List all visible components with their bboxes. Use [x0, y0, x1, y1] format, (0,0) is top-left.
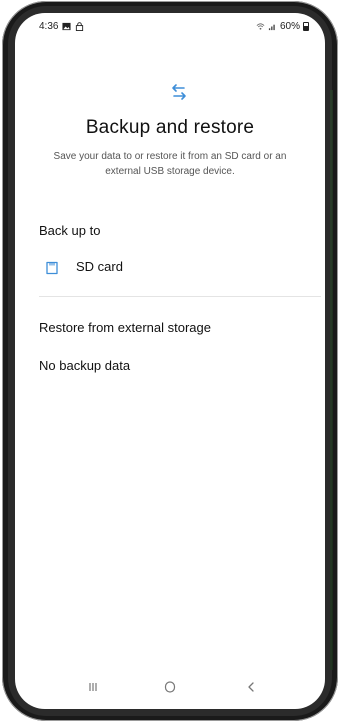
- navigation-bar: [15, 665, 325, 709]
- status-bar: 4:36 60%: [15, 13, 325, 39]
- sd-card-icon: [46, 261, 58, 275]
- wifi-icon: [256, 23, 265, 30]
- phone-device: 4:36 60% Backup and restore Save your da…: [0, 0, 342, 723]
- home-button[interactable]: [155, 677, 185, 697]
- backup-section-heading: Back up to: [39, 223, 101, 238]
- battery-icon: [303, 22, 309, 31]
- image-notification-icon: [62, 22, 72, 31]
- screen: 4:36 60% Backup and restore Save your da…: [15, 13, 325, 709]
- restore-section-heading: Restore from external storage: [39, 320, 211, 335]
- battery-percent: 60%: [279, 21, 300, 32]
- home-icon: [164, 681, 176, 693]
- status-time: 4:36: [39, 21, 59, 32]
- recents-button[interactable]: [78, 677, 108, 697]
- back-icon: [248, 682, 254, 692]
- page-title: Backup and restore: [85, 117, 255, 138]
- signal-icon: [268, 24, 275, 31]
- lock-notification-icon: [76, 22, 84, 31]
- status-right: 60%: [256, 21, 309, 32]
- status-left: 4:36: [39, 21, 84, 32]
- sd-card-option[interactable]: [29, 251, 319, 285]
- section-divider: [39, 296, 321, 297]
- screen-edge-tint: [330, 90, 333, 670]
- sd-card-label: SD card: [76, 259, 123, 274]
- back-button[interactable]: [236, 677, 266, 697]
- page-subtitle: Save your data to or restore it from an …: [53, 151, 287, 177]
- no-backup-data-text: No backup data: [39, 358, 131, 373]
- recents-icon: [89, 683, 97, 691]
- swap-arrows-icon: [172, 84, 186, 100]
